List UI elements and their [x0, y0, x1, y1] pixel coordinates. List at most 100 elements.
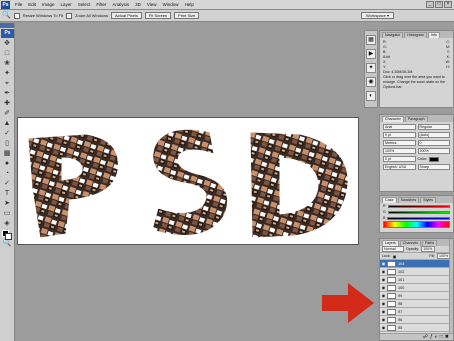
- trash-icon[interactable]: ✖: [445, 334, 449, 340]
- path-select-icon[interactable]: ➤: [2, 200, 13, 208]
- menu-image[interactable]: Image: [39, 0, 58, 10]
- menu-view[interactable]: View: [144, 0, 160, 10]
- history-icon[interactable]: ▦: [366, 35, 376, 45]
- eye-icon[interactable]: ◉: [380, 261, 387, 266]
- font-size-field[interactable]: 9 pt: [383, 132, 416, 138]
- menu-layer[interactable]: Layer: [58, 0, 75, 10]
- zoom-all-checkbox[interactable]: [66, 12, 73, 19]
- dodge-tool-icon[interactable]: ◔: [2, 170, 13, 178]
- layer-row[interactable]: ◉ 100: [380, 284, 453, 292]
- menu-window[interactable]: Window: [160, 0, 182, 10]
- eyedropper-icon[interactable]: ✒: [2, 90, 13, 98]
- resize-windows-checkbox[interactable]: [13, 12, 20, 19]
- tracking-field[interactable]: 0: [417, 140, 450, 146]
- menu-file[interactable]: File: [12, 0, 25, 10]
- zoom-icon[interactable]: 🔍: [2, 11, 11, 21]
- layers-scrollbar[interactable]: [449, 239, 453, 340]
- eye-icon[interactable]: ◉: [380, 285, 387, 290]
- fx-icon[interactable]: ƒ: [430, 334, 433, 340]
- eye-icon[interactable]: ◉: [380, 293, 387, 298]
- horizontal-scale-field[interactable]: 100%: [417, 148, 450, 154]
- vertical-scale-field[interactable]: 100%: [383, 148, 416, 154]
- tab-styles[interactable]: Styles: [420, 197, 436, 203]
- document-canvas[interactable]: [17, 117, 359, 245]
- character-tabs: Character Paragraph: [380, 115, 453, 122]
- eye-icon[interactable]: ◉: [380, 277, 387, 282]
- menu-analysis[interactable]: Analysis: [109, 0, 132, 10]
- color-spectrum[interactable]: [383, 221, 450, 228]
- layer-row[interactable]: ◉ 98: [380, 300, 453, 308]
- eye-icon[interactable]: ◉: [380, 309, 387, 314]
- kerning-field[interactable]: Metrics: [383, 140, 416, 146]
- leading-field[interactable]: (Auto): [417, 132, 450, 138]
- type-tool-icon[interactable]: T: [2, 190, 13, 198]
- font-family-select[interactable]: Arial: [383, 124, 416, 130]
- tab-color[interactable]: Color: [382, 197, 397, 203]
- layer-row[interactable]: ◉ 97: [380, 308, 453, 316]
- mask-icon[interactable]: ◐: [435, 334, 438, 340]
- new-layer-icon[interactable]: □: [440, 334, 443, 340]
- healing-brush-icon[interactable]: ✚: [2, 100, 13, 108]
- eye-icon[interactable]: ◉: [380, 325, 387, 330]
- clone-source-icon[interactable]: ◉: [366, 77, 376, 87]
- gradient-tool-icon[interactable]: ▩: [2, 150, 13, 158]
- shape-tool-icon[interactable]: ▭: [2, 210, 13, 218]
- crop-tool-icon[interactable]: ⌖: [2, 80, 13, 88]
- close-button[interactable]: ×: [444, 1, 452, 8]
- blend-mode-select[interactable]: Normal: [382, 246, 404, 252]
- menu-help[interactable]: Help: [182, 0, 197, 10]
- workspace-dropdown[interactable]: Workspace ▾: [360, 12, 394, 19]
- background-color[interactable]: [5, 233, 12, 240]
- antialias-select[interactable]: Sharp: [417, 164, 450, 170]
- print-size-button[interactable]: Print Size: [174, 12, 200, 19]
- lock-label: Lock:: [382, 254, 391, 258]
- menu-edit[interactable]: Edit: [25, 0, 39, 10]
- menu-filter[interactable]: Filter: [93, 0, 109, 10]
- tab-histogram[interactable]: Histogram: [404, 32, 427, 38]
- menu-3d[interactable]: 3D: [132, 0, 144, 10]
- fit-screen-button[interactable]: Fit Screen: [144, 12, 172, 19]
- layer-row[interactable]: ◉ 102: [380, 268, 453, 276]
- eye-icon[interactable]: ◉: [380, 317, 387, 322]
- brushes-icon[interactable]: ✦: [366, 63, 376, 73]
- eraser-tool-icon[interactable]: ▯: [2, 140, 13, 148]
- move-tool-icon[interactable]: ✥: [2, 40, 13, 48]
- magic-wand-icon[interactable]: ✦: [2, 70, 13, 78]
- opacity-field[interactable]: 100%: [421, 246, 436, 252]
- brush-tool-icon[interactable]: ✐: [2, 110, 13, 118]
- tab-paragraph[interactable]: Paragraph: [404, 116, 428, 122]
- layer-name: 101: [398, 277, 405, 282]
- baseline-shift-field[interactable]: 0 pt: [383, 156, 416, 162]
- layer-row[interactable]: ◉ 96: [380, 316, 453, 324]
- adjustments-icon[interactable]: ◐: [366, 91, 376, 101]
- actual-pixels-button[interactable]: Actual Pixels: [111, 12, 142, 19]
- layer-row[interactable]: ◉ 103: [380, 260, 453, 268]
- maximize-button[interactable]: □: [435, 1, 443, 8]
- history-brush-icon[interactable]: ✓: [2, 130, 13, 138]
- layer-row[interactable]: ◉ 95: [380, 324, 453, 332]
- link-icon[interactable]: ☍: [423, 334, 428, 340]
- eye-icon[interactable]: ◉: [380, 301, 387, 306]
- font-style-select[interactable]: Regular: [417, 124, 450, 130]
- tab-info[interactable]: Info: [427, 32, 440, 38]
- tab-character[interactable]: Character: [382, 116, 404, 122]
- 3d-tool-icon[interactable]: ◈: [2, 220, 13, 228]
- zoom-tool-icon[interactable]: 🔍: [2, 240, 13, 248]
- minimize-button[interactable]: _: [426, 1, 434, 8]
- marquee-tool-icon[interactable]: □: [2, 50, 13, 58]
- eye-icon[interactable]: ◉: [380, 269, 387, 274]
- language-select[interactable]: English: USA: [383, 164, 416, 170]
- menu-select[interactable]: Select: [75, 0, 94, 10]
- tab-navigator[interactable]: Navigator: [382, 32, 404, 38]
- pen-tool-icon[interactable]: ✓: [2, 180, 13, 188]
- blur-tool-icon[interactable]: ●: [2, 160, 13, 168]
- layer-thumbnail: [387, 276, 396, 283]
- tab-swatches[interactable]: Swatches: [397, 197, 420, 203]
- text-color-swatch[interactable]: [429, 156, 440, 162]
- lasso-tool-icon[interactable]: ❀: [2, 60, 13, 68]
- layer-row[interactable]: ◉ 99: [380, 292, 453, 300]
- clone-stamp-icon[interactable]: ▲: [2, 120, 13, 128]
- lock-icon[interactable]: ▣: [393, 254, 397, 259]
- actions-icon[interactable]: ▶: [366, 49, 376, 59]
- layer-row[interactable]: ◉ 101: [380, 276, 453, 284]
